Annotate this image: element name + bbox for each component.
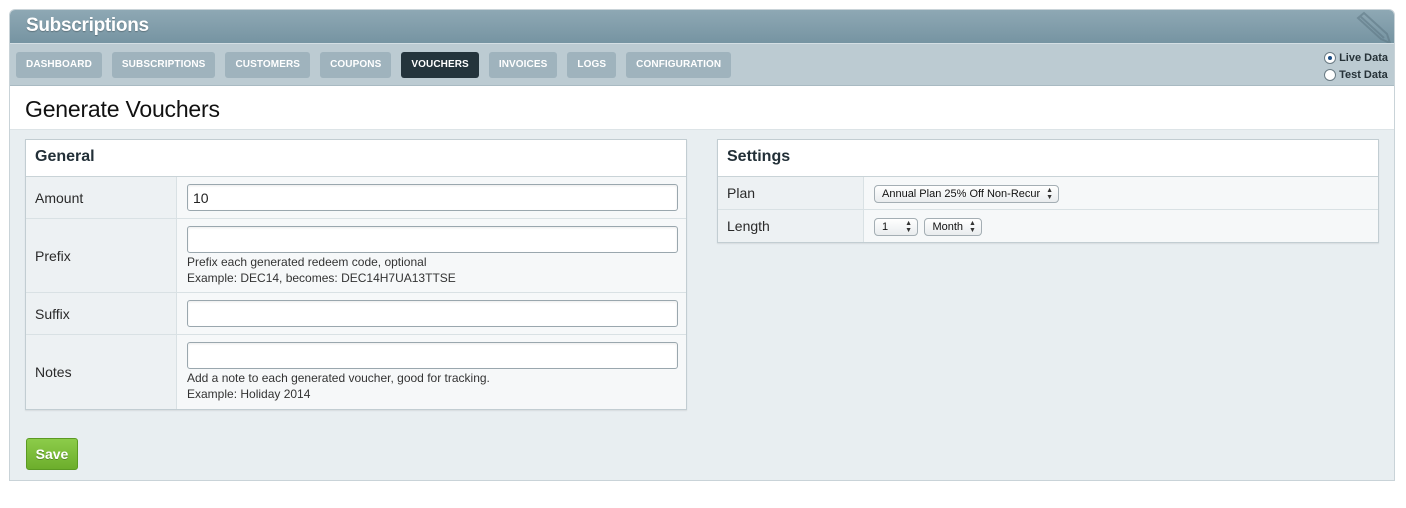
plan-select[interactable]: Annual Plan 25% Off Non-Recur ▲ ▼ <box>874 185 1060 203</box>
app-title: Subscriptions <box>26 15 149 36</box>
plan-select-value: Annual Plan 25% Off Non-Recur <box>882 188 1041 200</box>
length-label: Length <box>718 210 864 242</box>
length-count-select[interactable]: 1 ▲ ▼ <box>874 218 918 236</box>
plan-cell: Annual Plan 25% Off Non-Recur ▲ ▼ <box>864 177 1378 209</box>
amount-label: Amount <box>26 177 177 218</box>
tab-vouchers[interactable]: VOUCHERS <box>401 52 479 78</box>
notes-help: Add a note to each generated voucher, go… <box>187 371 490 385</box>
settings-heading: Settings <box>718 140 1378 177</box>
title-bar: Subscriptions <box>10 10 1394 43</box>
page-title: Generate Vouchers <box>25 96 220 122</box>
plan-label: Plan <box>718 177 864 209</box>
tab-coupons[interactable]: COUPONS <box>320 52 392 78</box>
data-mode-switch: Live Data Test Data <box>1324 49 1388 83</box>
suffix-cell <box>177 293 686 334</box>
suffix-input[interactable] <box>187 300 678 327</box>
settings-panel: Settings Plan Annual Plan 25% Off Non-Re… <box>717 139 1379 243</box>
length-count-value: 1 <box>882 221 889 233</box>
notes-cell: Add a note to each generated voucher, go… <box>177 335 686 409</box>
prefix-help: Prefix each generated redeem code, optio… <box>187 255 427 269</box>
length-cell: 1 ▲ ▼ Month ▲ ▼ <box>864 210 1378 242</box>
general-heading: General <box>26 140 686 177</box>
notes-row: Notes Add a note to each generated vouch… <box>26 335 686 409</box>
length-unit-value: Month <box>932 221 964 233</box>
tab-invoices[interactable]: INVOICES <box>488 52 558 78</box>
pen-icon <box>1356 11 1392 43</box>
length-unit-select[interactable]: Month ▲ ▼ <box>924 218 982 236</box>
amount-row: Amount <box>26 177 686 219</box>
tab-subscriptions[interactable]: SUBSCRIPTIONS <box>111 52 216 78</box>
notes-example: Example: Holiday 2014 <box>187 387 311 401</box>
live-data-radio[interactable] <box>1324 51 1337 64</box>
select-arrows-icon: ▲ ▼ <box>905 220 912 234</box>
plan-row: Plan Annual Plan 25% Off Non-Recur ▲ ▼ <box>718 177 1378 210</box>
length-row: Length 1 ▲ ▼ Month ▲ ▼ <box>718 210 1378 242</box>
app-window: Subscriptions DASHBOARD SUBSCRIPTIONS CU… <box>9 9 1395 481</box>
test-data-option[interactable]: Test Data <box>1324 66 1388 83</box>
notes-input[interactable] <box>187 342 678 369</box>
page-header: Generate Vouchers <box>10 86 1394 130</box>
nav-tabs: DASHBOARD SUBSCRIPTIONS CUSTOMERS COUPON… <box>16 52 732 78</box>
notes-label: Notes <box>26 335 177 409</box>
suffix-label: Suffix <box>26 293 177 334</box>
tab-configuration[interactable]: CONFIGURATION <box>626 52 732 78</box>
test-data-label: Test Data <box>1339 68 1388 81</box>
tab-logs[interactable]: LOGS <box>567 52 617 78</box>
amount-cell <box>177 177 686 218</box>
select-arrows-icon: ▲ ▼ <box>1046 187 1054 201</box>
prefix-cell: Prefix each generated redeem code, optio… <box>177 219 686 292</box>
prefix-row: Prefix Prefix each generated redeem code… <box>26 219 686 293</box>
prefix-example: Example: DEC14, becomes: DEC14H7UA13TTSE <box>187 271 456 285</box>
save-button[interactable]: Save <box>26 438 78 470</box>
test-data-radio[interactable] <box>1324 68 1337 81</box>
amount-input[interactable] <box>187 184 678 211</box>
suffix-row: Suffix <box>26 293 686 335</box>
select-arrows-icon: ▲ ▼ <box>969 220 976 234</box>
prefix-label: Prefix <box>26 219 177 292</box>
tab-dashboard[interactable]: DASHBOARD <box>16 52 102 78</box>
prefix-input[interactable] <box>187 226 678 253</box>
general-panel: General Amount Prefix Prefix each genera… <box>25 139 687 410</box>
main-nav: DASHBOARD SUBSCRIPTIONS CUSTOMERS COUPON… <box>10 43 1394 86</box>
live-data-label: Live Data <box>1339 51 1388 64</box>
tab-customers[interactable]: CUSTOMERS <box>225 52 311 78</box>
live-data-option[interactable]: Live Data <box>1324 49 1388 66</box>
